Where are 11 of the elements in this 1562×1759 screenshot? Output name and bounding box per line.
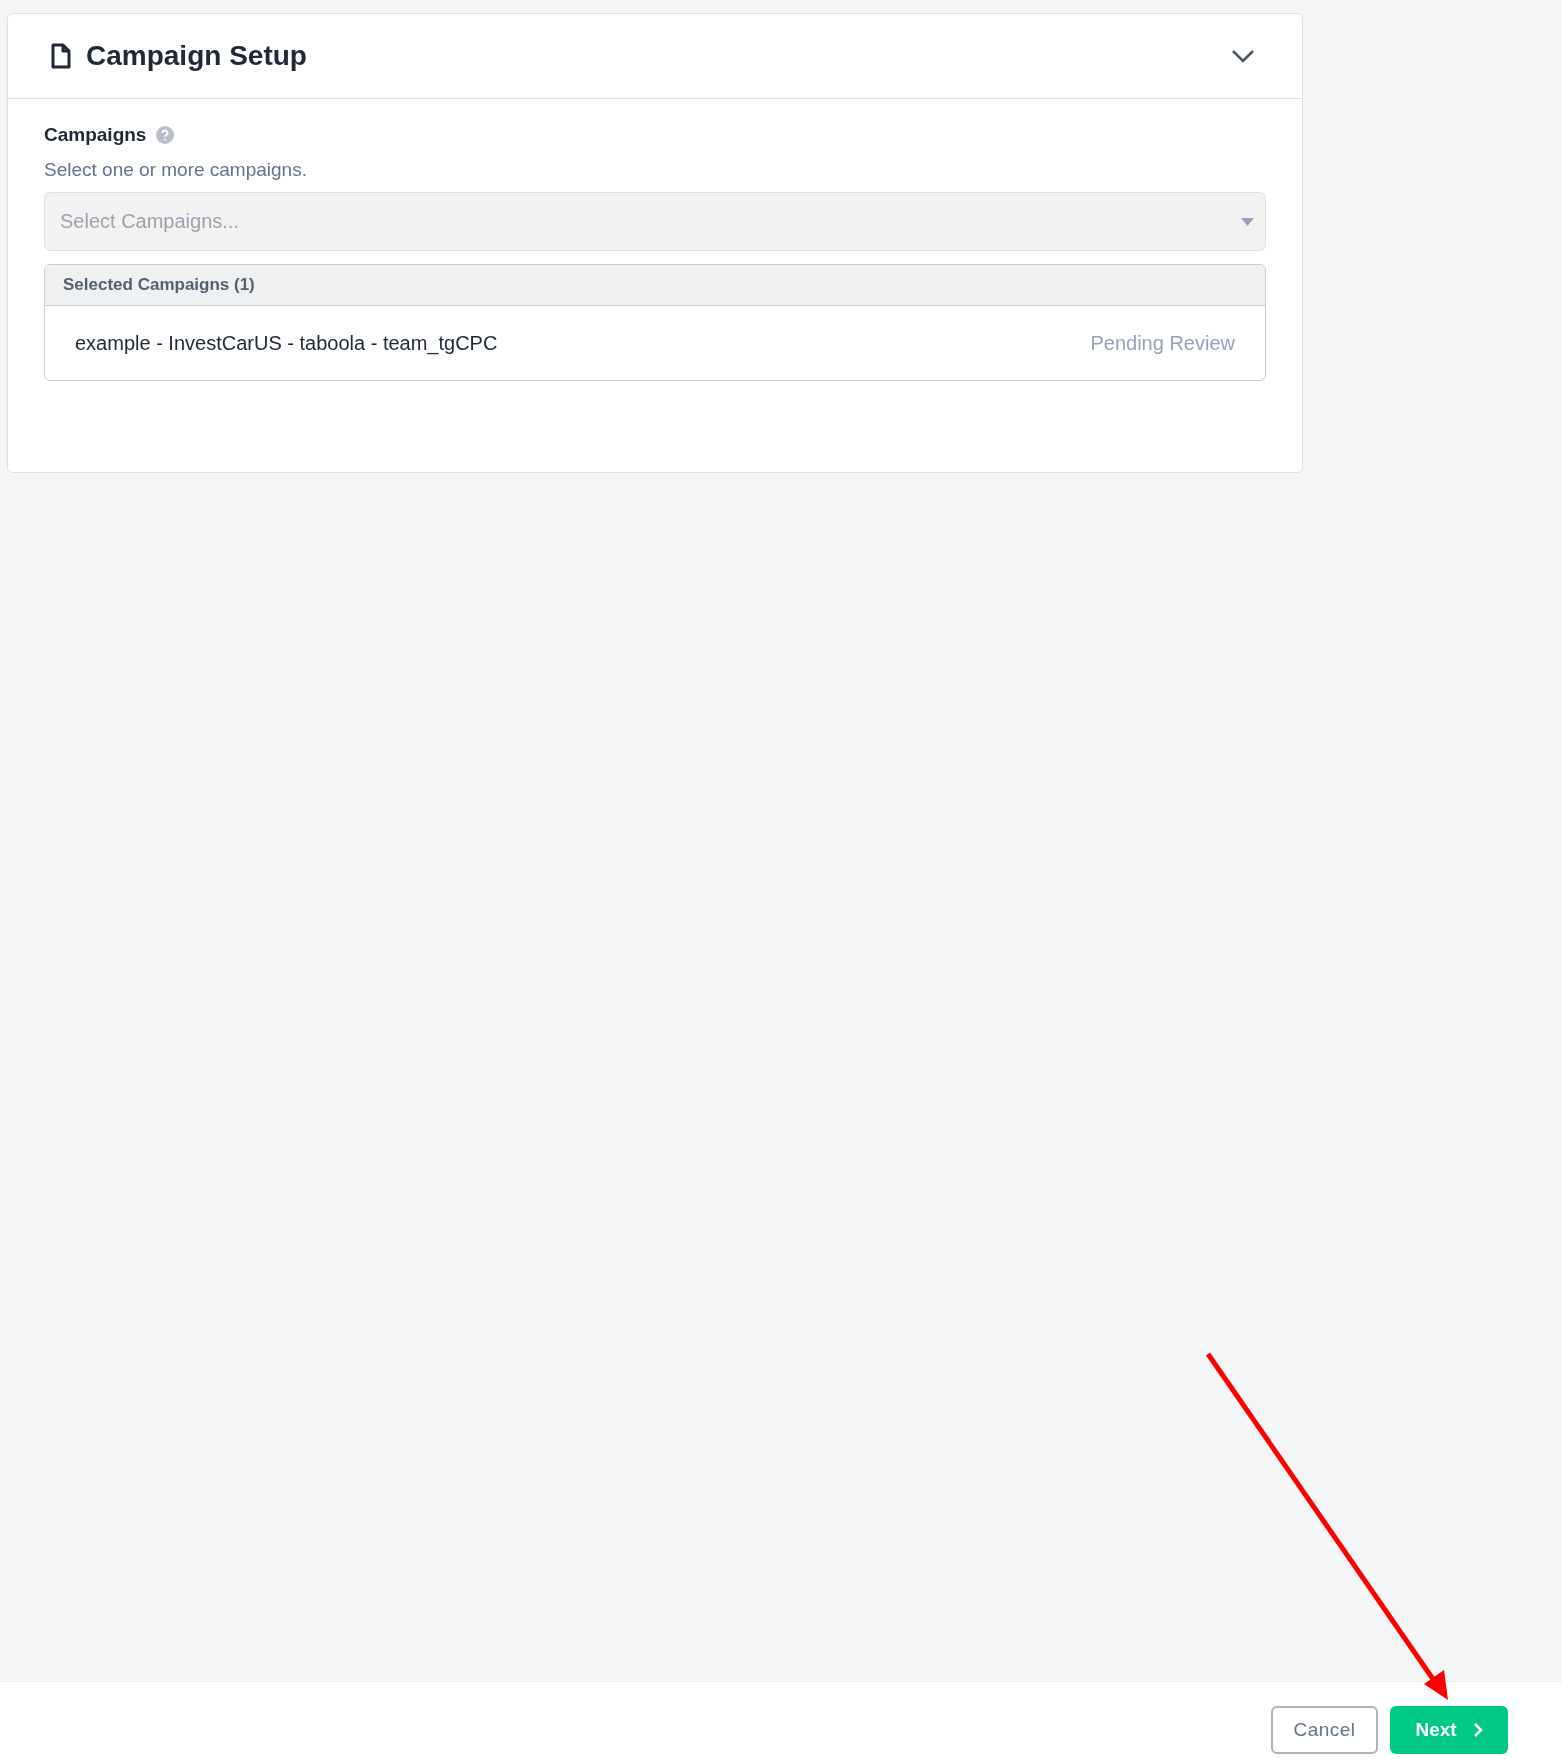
dropdown-triangle-icon <box>1241 218 1254 226</box>
field-label: Campaigns <box>44 123 147 147</box>
selected-campaigns-header: Selected Campaigns (1) <box>45 265 1265 306</box>
field-help-text: Select one or more campaigns. <box>44 157 308 182</box>
cancel-button[interactable]: Cancel <box>1271 1706 1378 1754</box>
campaign-name: example - InvestCarUS - taboola - team_tgCPC <box>75 331 498 357</box>
chevron-right-icon <box>1472 1722 1483 1738</box>
campaign-select-field[interactable]: Select Campaigns... <box>44 192 1266 251</box>
document-icon <box>50 43 72 69</box>
campaign-status: Pending Review <box>1090 331 1235 356</box>
panel-title: Campaign Setup <box>86 39 307 73</box>
